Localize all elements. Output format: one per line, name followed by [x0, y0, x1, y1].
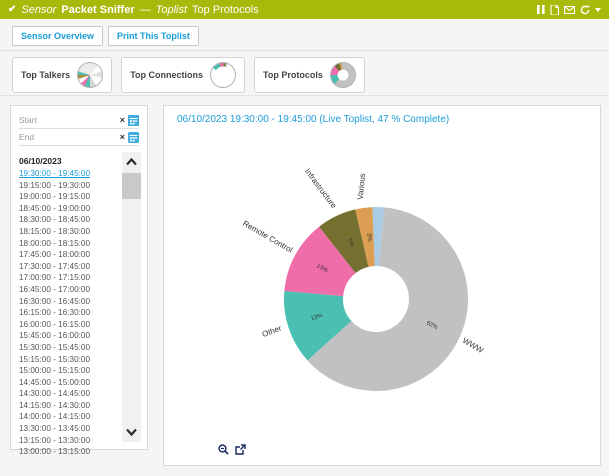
- scrollbar-thumb[interactable]: [122, 173, 141, 199]
- end-date-row: End ×: [19, 129, 139, 146]
- tab-top-connections[interactable]: Top Connections: [121, 57, 245, 93]
- protocols-donut-chart: 62%WWW13%Other13%Remote Control7%Infrast…: [164, 106, 602, 465]
- slice-category-label: Infrastructure: [303, 167, 339, 210]
- slice-category-label: Various: [356, 173, 367, 200]
- sensor-name-link[interactable]: Packet Sniffer: [61, 4, 134, 16]
- interval-item[interactable]: 14:30:00 - 14:45:00: [19, 388, 121, 400]
- print-toplist-button[interactable]: Print This Toplist: [108, 26, 199, 46]
- tab-label: Top Connections: [130, 70, 203, 80]
- sensor-header: ✔ Sensor Packet Sniffer — Toplist Top Pr…: [0, 0, 609, 19]
- interval-item[interactable]: 15:45:00 - 16:00:00: [19, 330, 121, 342]
- chart-actions: [218, 444, 246, 455]
- calendar-icon[interactable]: [128, 115, 139, 126]
- start-date-row: Start ×: [19, 112, 139, 129]
- status-ok-icon: ✔: [8, 4, 16, 15]
- tab-top-protocols[interactable]: Top Protocols: [254, 57, 365, 93]
- toolbar: Sensor Overview Print This Toplist: [12, 26, 199, 46]
- donut-chart-icon: [210, 62, 236, 88]
- sensor-type-label: Sensor: [21, 4, 56, 16]
- end-date-input[interactable]: End: [19, 132, 120, 142]
- scrollbar[interactable]: [122, 152, 141, 442]
- zoom-icon[interactable]: [218, 444, 229, 455]
- scroll-up-icon[interactable]: [122, 152, 141, 172]
- interval-item[interactable]: 17:45:00 - 18:00:00: [19, 249, 121, 261]
- tab-top-talkers[interactable]: Top Talkers: [12, 57, 112, 93]
- donut-chart-icon: [330, 62, 356, 88]
- interval-item[interactable]: 14:15:00 - 14:30:00: [19, 400, 121, 412]
- interval-item[interactable]: 15:00:00 - 15:15:00: [19, 365, 121, 377]
- report-icon[interactable]: [550, 5, 559, 15]
- interval-item[interactable]: 16:30:00 - 16:45:00: [19, 296, 121, 308]
- toplist-tabs: Top Talkers Top Connections Top Protocol…: [12, 57, 365, 93]
- pie-chart-icon: [77, 62, 103, 88]
- interval-item[interactable]: 18:00:00 - 18:15:00: [19, 238, 121, 250]
- toplist-chart-panel: 06/10/2023 19:30:00 - 19:45:00 (Live Top…: [163, 105, 601, 466]
- pause-icon[interactable]: [537, 5, 545, 14]
- breadcrumb-separator: —: [140, 4, 151, 16]
- toplist-name: Top Protocols: [192, 4, 259, 16]
- email-icon[interactable]: [564, 6, 575, 14]
- interval-item[interactable]: 18:45:00 - 19:00:00: [19, 203, 121, 215]
- interval-item[interactable]: 16:00:00 - 16:15:00: [19, 319, 121, 331]
- divider: [0, 50, 609, 51]
- slice-category-label: Other: [261, 324, 283, 339]
- interval-item[interactable]: 16:15:00 - 16:30:00: [19, 307, 121, 319]
- tab-label: Top Protocols: [263, 70, 323, 80]
- interval-item[interactable]: 18:15:00 - 18:30:00: [19, 226, 121, 238]
- interval-item[interactable]: 15:30:00 - 15:45:00: [19, 342, 121, 354]
- external-link-icon[interactable]: [235, 444, 246, 455]
- interval-filter-panel: Start × End × 06/10/2023 19:30:00 - 19:4…: [10, 105, 148, 450]
- interval-item[interactable]: 19:30:00 - 19:45:00: [19, 168, 121, 180]
- interval-item[interactable]: 19:15:00 - 19:30:00: [19, 180, 121, 192]
- interval-item[interactable]: 19:00:00 - 19:15:00: [19, 191, 121, 203]
- scroll-down-icon[interactable]: [122, 422, 141, 442]
- interval-item[interactable]: 17:30:00 - 17:45:00: [19, 261, 121, 273]
- sensor-overview-button[interactable]: Sensor Overview: [12, 26, 103, 46]
- interval-item[interactable]: 18:30:00 - 18:45:00: [19, 214, 121, 226]
- calendar-icon[interactable]: [128, 132, 139, 143]
- interval-list: 19:30:00 - 19:45:0019:15:00 - 19:30:0019…: [19, 168, 121, 458]
- clear-start-icon[interactable]: ×: [120, 115, 125, 125]
- interval-item[interactable]: 13:00:00 - 13:15:00: [19, 446, 121, 458]
- start-date-input[interactable]: Start: [19, 115, 120, 125]
- slice-category-label: WWW: [461, 336, 486, 355]
- dropdown-caret-icon[interactable]: [595, 8, 601, 12]
- toplist-type-label: Toplist: [156, 4, 187, 16]
- interval-item[interactable]: 13:30:00 - 13:45:00: [19, 423, 121, 435]
- interval-item[interactable]: 16:45:00 - 17:00:00: [19, 284, 121, 296]
- tab-label: Top Talkers: [21, 70, 70, 80]
- slice-pct-label: 3%: [365, 233, 372, 243]
- interval-item[interactable]: 14:45:00 - 15:00:00: [19, 377, 121, 389]
- interval-item[interactable]: 14:00:00 - 14:15:00: [19, 411, 121, 423]
- interval-item[interactable]: 17:00:00 - 17:15:00: [19, 272, 121, 284]
- slice-category-label: Remote Control: [241, 219, 294, 255]
- clear-end-icon[interactable]: ×: [120, 132, 125, 142]
- interval-item[interactable]: 15:15:00 - 15:30:00: [19, 354, 121, 366]
- divider: [0, 95, 609, 96]
- interval-item[interactable]: 13:15:00 - 13:30:00: [19, 435, 121, 447]
- refresh-icon[interactable]: [580, 5, 590, 15]
